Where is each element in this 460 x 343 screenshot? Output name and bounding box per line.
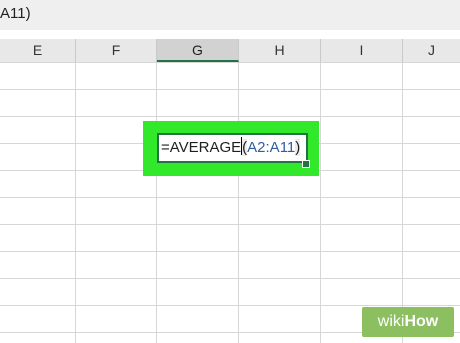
grid-line: [320, 62, 321, 343]
column-header-i[interactable]: I: [321, 39, 403, 62]
column-header-h[interactable]: H: [239, 39, 321, 62]
grid-line: [402, 62, 403, 343]
column-header-row: E F G H I J: [0, 39, 460, 63]
column-header-j[interactable]: J: [403, 39, 460, 62]
logo-text-how: How: [404, 313, 439, 330]
toolbar-gap: [0, 30, 460, 39]
grid-line: [0, 89, 460, 90]
formula-bar[interactable]: A11): [0, 0, 460, 31]
logo-text-wiki: wiki: [377, 313, 405, 330]
grid-line: [0, 251, 460, 252]
grid-line: [0, 224, 460, 225]
cell-grid[interactable]: [0, 62, 460, 343]
formula-bar-text[interactable]: A11): [0, 5, 31, 22]
grid-line: [75, 62, 76, 343]
column-header-g[interactable]: G: [157, 39, 239, 62]
formula-function-name: =AVERAGE: [161, 139, 242, 156]
grid-line: [0, 62, 460, 63]
fill-handle[interactable]: [302, 160, 310, 168]
grid-line: [0, 116, 460, 117]
grid-line: [0, 197, 460, 198]
range-reference: A2:A11: [247, 139, 296, 156]
grid-line: [0, 305, 460, 306]
column-header-f[interactable]: F: [76, 39, 157, 62]
close-paren: ): [295, 139, 301, 156]
grid-line: [156, 62, 157, 343]
column-header-e[interactable]: E: [0, 39, 76, 62]
grid-line: [0, 278, 460, 279]
wikihow-logo: wikiHow: [362, 307, 454, 337]
grid-line: [238, 62, 239, 343]
active-cell-editor[interactable]: =AVERAGE(A2:A11): [157, 133, 308, 163]
